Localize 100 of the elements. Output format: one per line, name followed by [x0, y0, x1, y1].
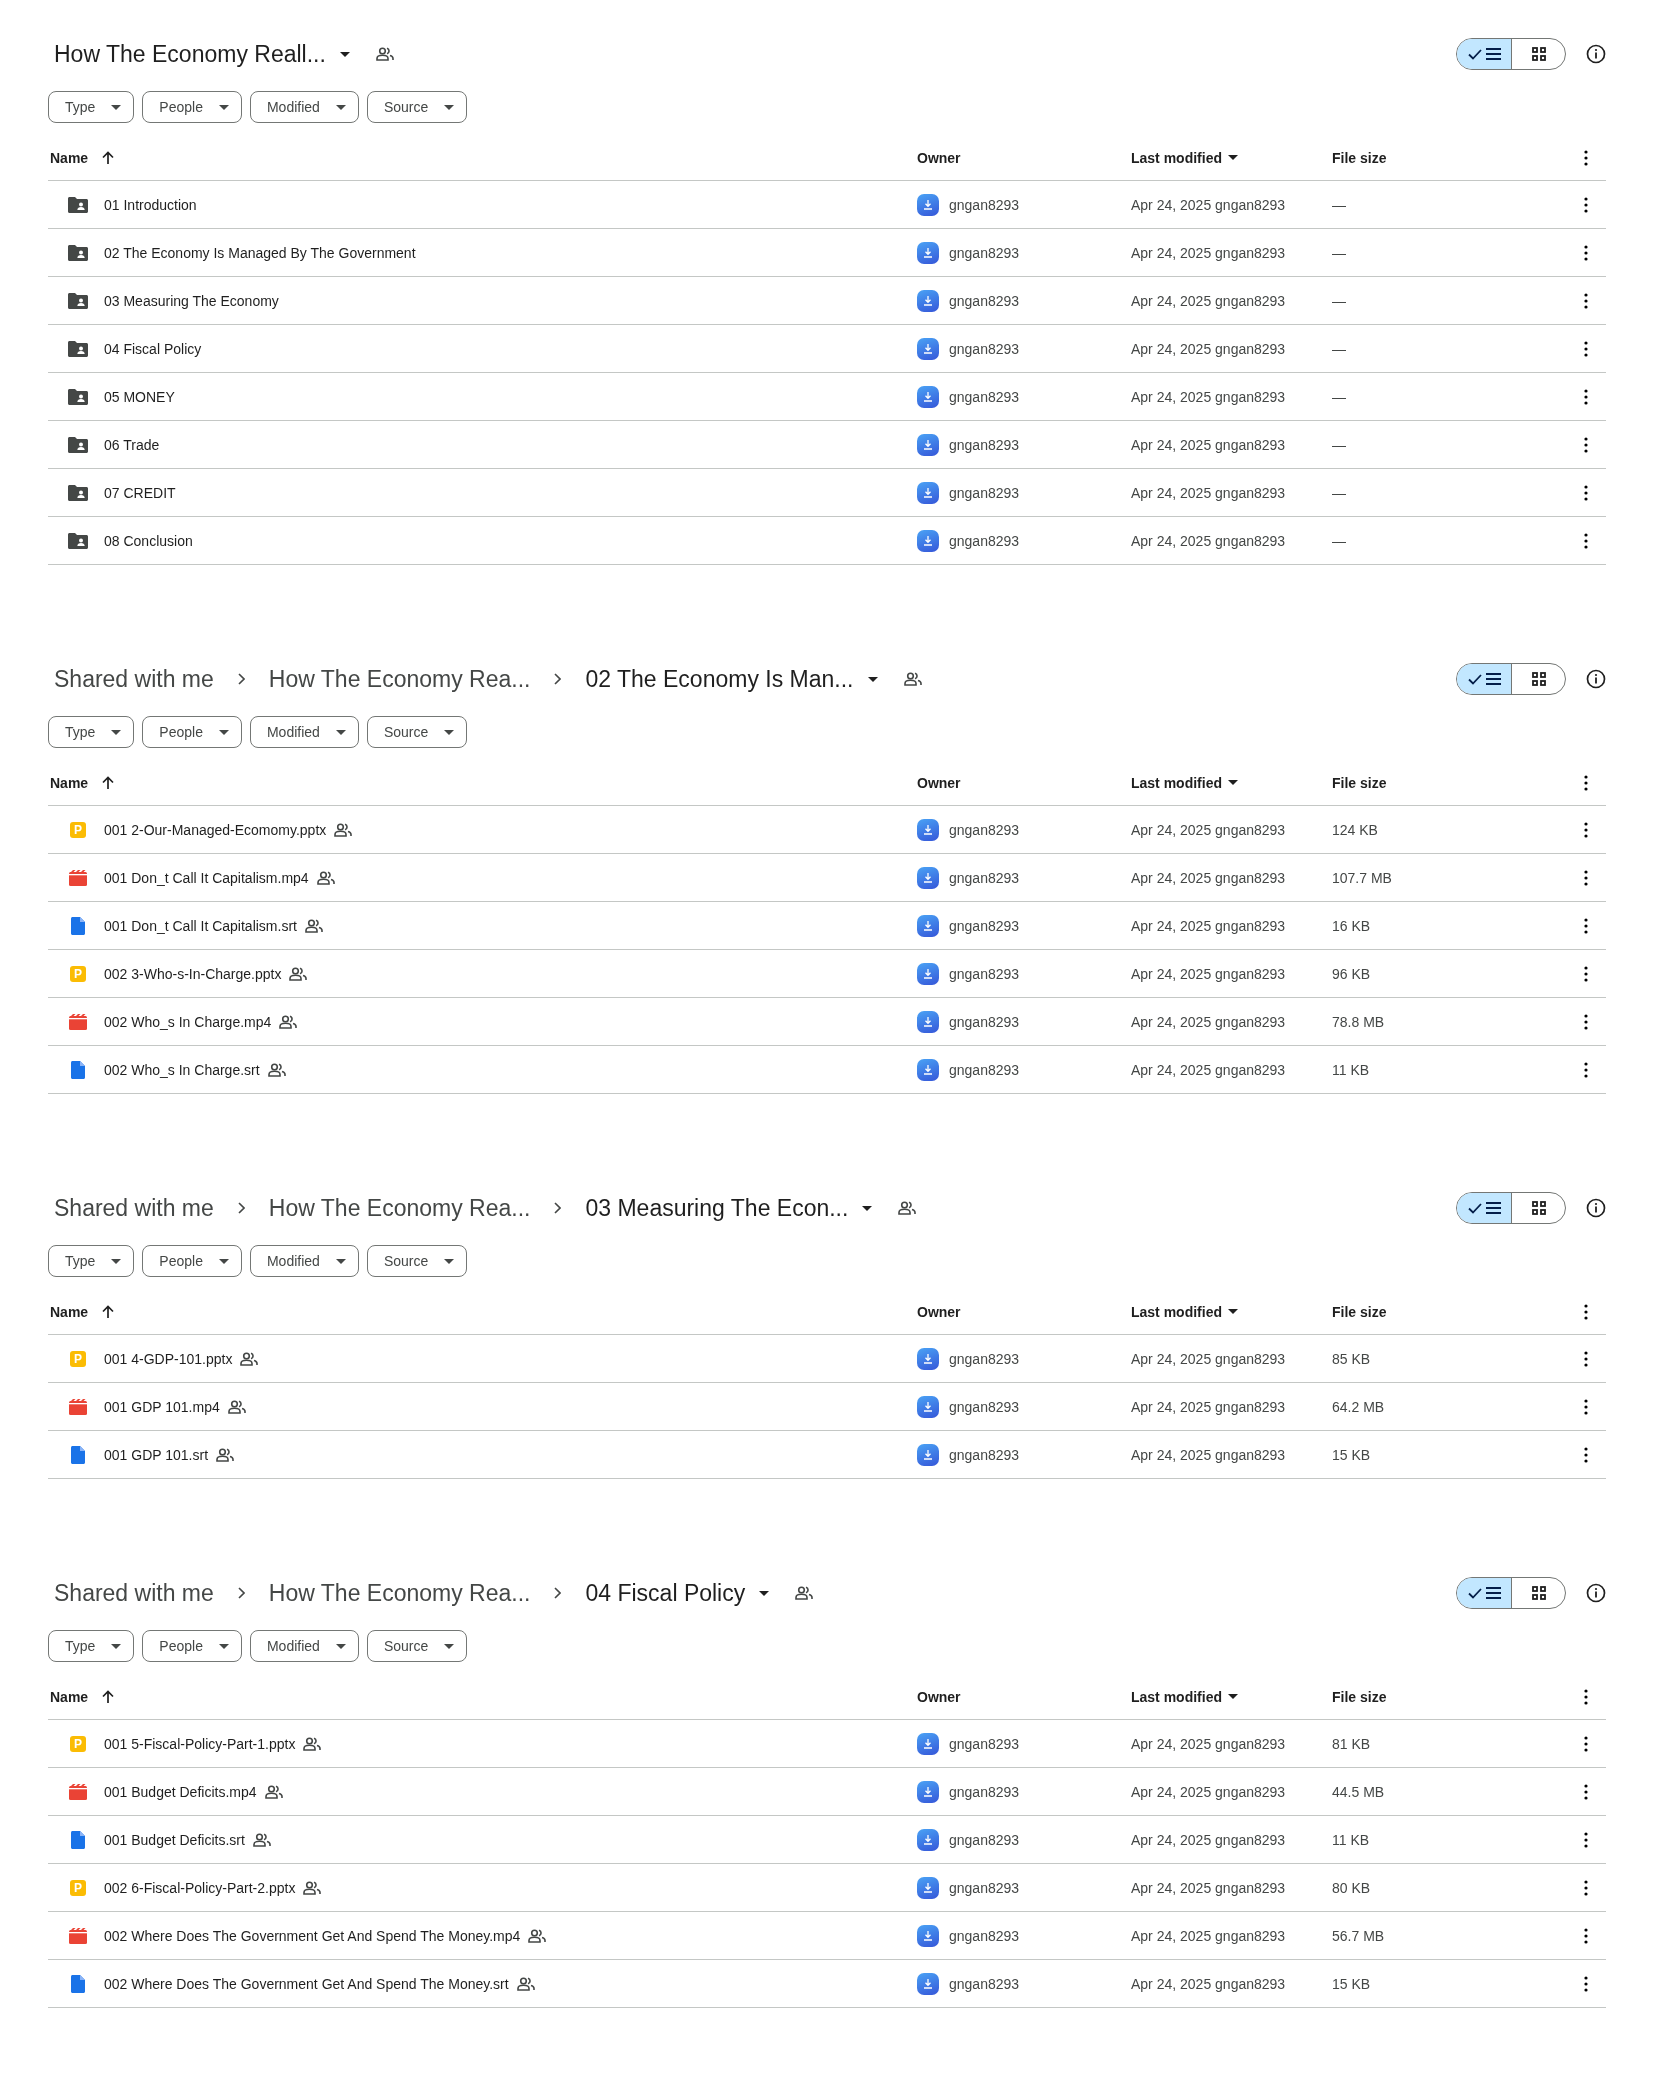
column-header[interactable]: Last modified	[1131, 774, 1222, 791]
column-header[interactable]: Name	[50, 774, 89, 791]
filter-chip[interactable]: Modified	[249, 1630, 359, 1662]
file-size: —	[1332, 244, 1346, 261]
more-vert-icon	[1584, 149, 1588, 166]
file-name[interactable]: 06 Trade	[104, 436, 160, 453]
file-size: 11 KB	[1332, 1061, 1370, 1078]
modified-date: Apr 24, 2025 gngan8293	[1131, 1735, 1287, 1752]
breadcrumb-link[interactable]: Shared with me	[48, 1190, 220, 1226]
file-name[interactable]: 001 GDP 101.srt	[104, 1446, 209, 1463]
info-button[interactable]	[1586, 1198, 1606, 1218]
file-name[interactable]: 001 5-Fiscal-Policy-Part-1.pptx	[104, 1735, 296, 1752]
filter-chip[interactable]: Modified	[249, 716, 359, 748]
file-name[interactable]: 001 Budget Deficits.mp4	[104, 1783, 257, 1800]
filter-chip[interactable]: People	[142, 716, 242, 748]
column-header[interactable]: Name	[50, 1688, 89, 1705]
info-button[interactable]	[1586, 44, 1606, 64]
breadcrumb-link[interactable]: How The Economy Rea...	[262, 661, 537, 697]
file-name[interactable]: 002 3-Who-s-In-Charge.pptx	[104, 965, 282, 982]
filter-chip[interactable]: Type	[48, 716, 135, 748]
modified-date: Apr 24, 2025 gngan8293	[1131, 484, 1287, 501]
list-icon	[1485, 1587, 1501, 1599]
filter-chip[interactable]: Modified	[249, 91, 359, 123]
list-view-button[interactable]	[1457, 664, 1511, 694]
column-header[interactable]: File size	[1332, 774, 1387, 791]
filter-chip[interactable]: People	[142, 91, 242, 123]
column-header[interactable]: Owner	[917, 1688, 961, 1705]
file-size: 16 KB	[1332, 917, 1371, 934]
column-header[interactable]: Owner	[917, 149, 961, 166]
filter-chip[interactable]: Source	[366, 1245, 468, 1277]
column-header[interactable]: Last modified	[1131, 149, 1222, 166]
file-name[interactable]: 001 Don_t Call It Capitalism.mp4	[104, 869, 309, 886]
breadcrumb-link[interactable]: Shared with me	[48, 1575, 220, 1611]
file-name[interactable]: 002 Where Does The Government Get And Spend The Money.srt	[104, 1975, 509, 1992]
breadcrumb-link[interactable]: Shared with me	[48, 661, 220, 697]
folder-menu-button[interactable]: 03 Measuring The Econ...	[579, 1190, 879, 1226]
file-size: 124 KB	[1332, 821, 1378, 838]
video-file-icon	[69, 1927, 87, 1944]
filter-chip[interactable]: Type	[48, 1630, 135, 1662]
filter-chip[interactable]: Type	[48, 1245, 135, 1277]
slides-file-icon: P	[70, 1735, 86, 1752]
filter-chip[interactable]: Source	[366, 91, 468, 123]
filter-chip[interactable]: People	[142, 1245, 242, 1277]
column-header[interactable]: Last modified	[1131, 1303, 1222, 1320]
slides-file-icon: P	[70, 1879, 86, 1896]
file-name[interactable]: 002 Who_s In Charge.srt	[104, 1061, 260, 1078]
filter-chip[interactable]: People	[142, 1630, 242, 1662]
file-name[interactable]: 04 Fiscal Policy	[104, 340, 202, 357]
list-view-button[interactable]	[1457, 39, 1511, 69]
file-name[interactable]: 001 Don_t Call It Capitalism.srt	[104, 917, 297, 934]
breadcrumb-link[interactable]: How The Economy Rea...	[262, 1190, 537, 1226]
file-name[interactable]: 03 Measuring The Economy	[104, 292, 279, 309]
file-name[interactable]: 07 CREDIT	[104, 484, 176, 501]
column-header[interactable]: Owner	[917, 1303, 961, 1320]
chevron-right-icon	[237, 673, 245, 685]
filter-chip[interactable]: Modified	[249, 1245, 359, 1277]
file-name[interactable]: 01 Introduction	[104, 196, 197, 213]
owner-name: gngan8293	[949, 388, 1020, 405]
column-header[interactable]: Name	[50, 149, 89, 166]
file-name[interactable]: 002 Where Does The Government Get And Spend The Money.mp4	[104, 1927, 521, 1944]
column-header[interactable]: Last modified	[1131, 1688, 1222, 1705]
more-vert-icon	[1584, 1446, 1588, 1463]
breadcrumb-link[interactable]: How The Economy Rea...	[262, 1575, 537, 1611]
list-view-button[interactable]	[1457, 1193, 1511, 1223]
folder-menu-button[interactable]: How The Economy Reall...	[48, 36, 356, 72]
download-icon	[923, 824, 933, 835]
owner-name: gngan8293	[949, 244, 1020, 261]
column-header[interactable]: File size	[1332, 1303, 1387, 1320]
filter-chip[interactable]: Source	[366, 1630, 468, 1662]
more-vert-icon	[1584, 1398, 1588, 1415]
column-header[interactable]: Owner	[917, 774, 961, 791]
file-name[interactable]: 002 6-Fiscal-Policy-Part-2.pptx	[104, 1879, 296, 1896]
file-name[interactable]: 001 2-Our-Managed-Ecomomy.pptx	[104, 821, 327, 838]
file-name[interactable]: 001 4-GDP-101.pptx	[104, 1350, 233, 1367]
list-view-button[interactable]	[1457, 1578, 1511, 1608]
slides-file-icon: P	[70, 1350, 86, 1367]
info-button[interactable]	[1586, 1583, 1606, 1603]
people-icon	[903, 672, 922, 686]
column-header[interactable]: File size	[1332, 149, 1387, 166]
folder-menu-button[interactable]: 02 The Economy Is Man...	[579, 661, 884, 697]
folder-menu-button[interactable]: 04 Fiscal Policy	[579, 1575, 776, 1611]
column-header[interactable]: Name	[50, 1303, 89, 1320]
filter-chip[interactable]: Source	[366, 716, 468, 748]
modified-date: Apr 24, 2025 gngan8293	[1131, 244, 1287, 261]
caret-icon	[444, 1643, 455, 1649]
file-name[interactable]: 02 The Economy Is Managed By The Government	[104, 244, 416, 261]
modified-date: Apr 24, 2025 gngan8293	[1131, 1350, 1287, 1367]
file-name[interactable]: 002 Who_s In Charge.mp4	[104, 1013, 272, 1030]
caret-icon	[218, 1643, 229, 1649]
file-name[interactable]: 08 Conclusion	[104, 532, 193, 549]
file-name[interactable]: 001 GDP 101.mp4	[104, 1398, 220, 1415]
filter-chip[interactable]: Type	[48, 91, 135, 123]
more-vert-icon	[1584, 1831, 1588, 1848]
column-header[interactable]: File size	[1332, 1688, 1387, 1705]
caret-icon	[335, 1258, 346, 1264]
info-button[interactable]	[1586, 669, 1606, 689]
file-name[interactable]: 001 Budget Deficits.srt	[104, 1831, 245, 1848]
download-icon	[923, 1834, 933, 1845]
file-name[interactable]: 05 MONEY	[104, 388, 175, 405]
document-file-icon	[71, 1830, 85, 1849]
